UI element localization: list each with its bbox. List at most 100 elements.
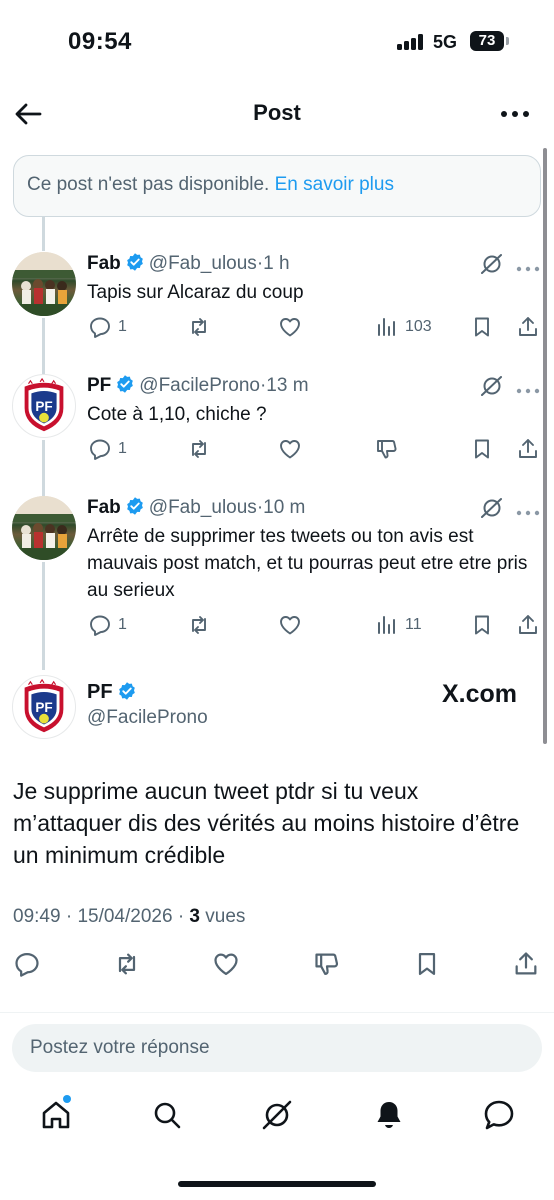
thread-tweet[interactable]: Fab @Fab_ulous·1 h Tapis sur Alcaraz du c… [0, 252, 554, 352]
author-handle[interactable]: @Fab_ulous [149, 497, 257, 518]
share-icon [519, 615, 537, 634]
author-name[interactable]: PF [87, 375, 111, 396]
notification-dot [63, 1095, 71, 1103]
reply-icon [90, 615, 110, 636]
unavailable-notice: Ce post n'est pas disponible. En savoir … [13, 155, 541, 217]
dislike-icon [377, 440, 397, 459]
like-button[interactable] [212, 950, 242, 980]
tab-search[interactable] [150, 1098, 184, 1132]
home-indicator[interactable] [178, 1181, 376, 1187]
bookmark-button[interactable] [413, 950, 443, 980]
grok-icon[interactable] [480, 374, 504, 398]
bookmark-button[interactable] [470, 315, 496, 341]
main-post-author[interactable]: PF [87, 681, 141, 704]
share-button[interactable] [512, 950, 542, 980]
reply-count: 1 [118, 440, 127, 457]
bookmark-button[interactable] [470, 437, 496, 463]
page-title: Post [253, 100, 301, 125]
tweet-more-icon[interactable] [516, 382, 540, 394]
views-count: 11 [405, 616, 422, 633]
thread-tweet[interactable]: PF PF @FacileProno·13 m Cote à 1,10, chic… [0, 374, 554, 474]
tweet-text: Cote à 1,10, chiche ? [87, 404, 267, 425]
author-handle[interactable]: @FacileProno [139, 375, 260, 396]
tweet-header: Fab @Fab_ulous·1 h [87, 252, 290, 275]
notifications-icon [377, 1102, 401, 1128]
repost-icon [192, 616, 206, 634]
repost-icon [192, 318, 206, 336]
status-time: 09:54 [68, 28, 132, 55]
heart-icon [280, 440, 300, 459]
author-name[interactable]: Fab [87, 253, 121, 274]
network-type: 5G [433, 32, 458, 52]
repost-button[interactable] [113, 950, 143, 980]
avatar[interactable] [12, 252, 76, 316]
views-button[interactable]: 103 [375, 315, 445, 341]
author-name[interactable]: Fab [87, 497, 121, 518]
share-icon [519, 439, 537, 458]
tweet-header: PF @FacileProno·13 m [87, 374, 309, 397]
reply-button[interactable] [13, 950, 43, 980]
dislike-icon [315, 953, 339, 976]
more-options-icon[interactable] [500, 104, 530, 124]
tab-home[interactable] [39, 1095, 73, 1132]
views-count: 103 [405, 318, 432, 335]
views-button[interactable]: 11 [375, 613, 435, 639]
reply-icon [90, 317, 110, 338]
tweet-header: Fab @Fab_ulous·10 m [87, 496, 305, 519]
reply-button[interactable]: 1 [88, 437, 138, 463]
main-post-avatar[interactable]: PF [12, 675, 76, 739]
share-button[interactable] [516, 315, 542, 341]
main-post-meta: 09:49 · 15/04/2026 · 3 vues [13, 906, 245, 928]
repost-icon [192, 440, 206, 458]
reply-input[interactable]: Postez votre réponse [12, 1024, 542, 1072]
share-button[interactable] [516, 437, 542, 463]
tweet-text: Tapis sur Alcaraz du coup [87, 282, 304, 303]
reply-button[interactable]: 1 [88, 315, 138, 341]
heart-icon [280, 318, 300, 337]
share-button[interactable] [516, 613, 542, 639]
verified-badge-icon [126, 497, 143, 515]
author-name[interactable]: PF [87, 681, 113, 703]
home-icon [42, 1101, 70, 1129]
like-button[interactable] [278, 613, 304, 639]
bookmark-button[interactable] [470, 613, 496, 639]
reply-icon [15, 952, 39, 977]
verified-badge-icon [117, 375, 134, 393]
tab-messages[interactable] [482, 1098, 516, 1132]
status-bar: 09:54 5G 73 [0, 0, 554, 80]
tweet-more-icon[interactable] [516, 260, 540, 272]
notice-text: Ce post n'est pas disponible. [27, 174, 270, 195]
bookmark-icon [475, 439, 489, 459]
share-icon [519, 317, 537, 336]
divider [0, 1012, 554, 1013]
grok-icon[interactable] [480, 496, 504, 520]
avatar[interactable] [12, 496, 76, 560]
repost-button[interactable] [187, 613, 213, 639]
avatar[interactable]: PF [12, 374, 76, 438]
post-time: 09:49 [13, 906, 61, 927]
thread-tweet[interactable]: Fab @Fab_ulous·10 m Arrête de supprimer t… [0, 496, 554, 646]
tab-grok[interactable] [260, 1098, 294, 1132]
tweet-time: 13 m [266, 375, 309, 396]
dislike-button[interactable] [313, 950, 343, 980]
like-button[interactable] [278, 437, 304, 463]
tab-notifications[interactable] [372, 1098, 406, 1132]
author-handle[interactable]: @Fab_ulous [149, 253, 257, 274]
learn-more-link[interactable]: En savoir plus [275, 174, 394, 195]
like-button[interactable] [278, 315, 304, 341]
main-post-handle[interactable]: @FacileProno [87, 707, 208, 729]
repost-button[interactable] [187, 315, 213, 341]
top-bar: Post [0, 90, 554, 138]
svg-text:PF: PF [35, 700, 52, 715]
dislike-button[interactable] [375, 437, 401, 463]
thread-connector [42, 217, 45, 251]
tweet-text: Arrête de supprimer tes tweets ou ton av… [87, 526, 528, 601]
reply-button[interactable]: 1 [88, 613, 138, 639]
grok-icon[interactable] [480, 252, 504, 276]
tweet-more-icon[interactable] [516, 504, 540, 516]
views-count: 3 [189, 906, 200, 927]
bookmark-icon [475, 317, 489, 337]
signal-icon [397, 34, 425, 50]
views-label: vues [205, 906, 246, 927]
repost-button[interactable] [187, 437, 213, 463]
